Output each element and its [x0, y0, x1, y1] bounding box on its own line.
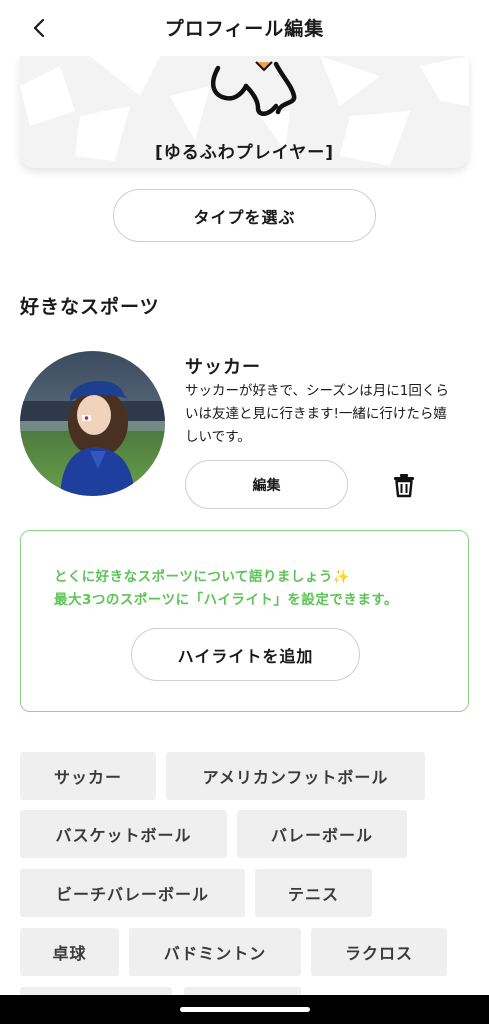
- app-header: プロフィール編集: [0, 0, 489, 56]
- page-title: プロフィール編集: [164, 18, 325, 40]
- soccer-fan-photo: [20, 351, 165, 496]
- highlight-info-line1: とくに好きなスポーツについて語りましょう✨: [54, 569, 351, 585]
- sport-chip-soccer[interactable]: サッカー: [20, 752, 156, 800]
- add-highlight-button[interactable]: ハイライトを追加: [131, 628, 360, 681]
- highlight-info-box: とくに好きなスポーツについて語りましょう✨ 最大3つのスポーツに「ハイライト」を…: [20, 530, 469, 712]
- highlight-info-line2: 最大3つのスポーツに「ハイライト」を設定できます。: [54, 592, 399, 608]
- system-navigation-bar: [0, 995, 489, 1024]
- sport-chip-basketball[interactable]: バスケットボール: [20, 810, 227, 858]
- sport-description: サッカーが好きで、シーズンは月に1回くらいは友達と見に行きます!一緒に行けたら嬉…: [185, 383, 449, 445]
- edit-sport-button[interactable]: 編集: [185, 460, 348, 509]
- delete-sport-button[interactable]: [390, 471, 418, 499]
- sport-chip-lacrosse[interactable]: ラクロス: [311, 928, 447, 976]
- choose-type-button[interactable]: タイプを選ぶ: [113, 189, 376, 242]
- sport-chip-badminton[interactable]: バドミントン: [129, 928, 301, 976]
- sport-photo: [20, 351, 165, 496]
- sport-chip-tennis[interactable]: テニス: [255, 869, 372, 917]
- player-type-name: [ゆるふわプレイヤー]: [154, 143, 335, 163]
- player-type-card: [ゆるふわプレイヤー]: [20, 56, 469, 168]
- sport-chip-volleyball[interactable]: バレーボール: [237, 810, 407, 858]
- trash-icon: [394, 474, 414, 498]
- sport-chip-table-tennis[interactable]: 卓球: [20, 928, 119, 976]
- home-indicator[interactable]: [180, 1007, 310, 1012]
- sport-chip-beach-volleyball[interactable]: ビーチバレーボール: [20, 869, 245, 917]
- sport-name: サッカー: [185, 357, 261, 378]
- sport-chip-american-football[interactable]: アメリカンフットボール: [166, 752, 425, 800]
- favorite-sports-heading: 好きなスポーツ: [20, 296, 160, 318]
